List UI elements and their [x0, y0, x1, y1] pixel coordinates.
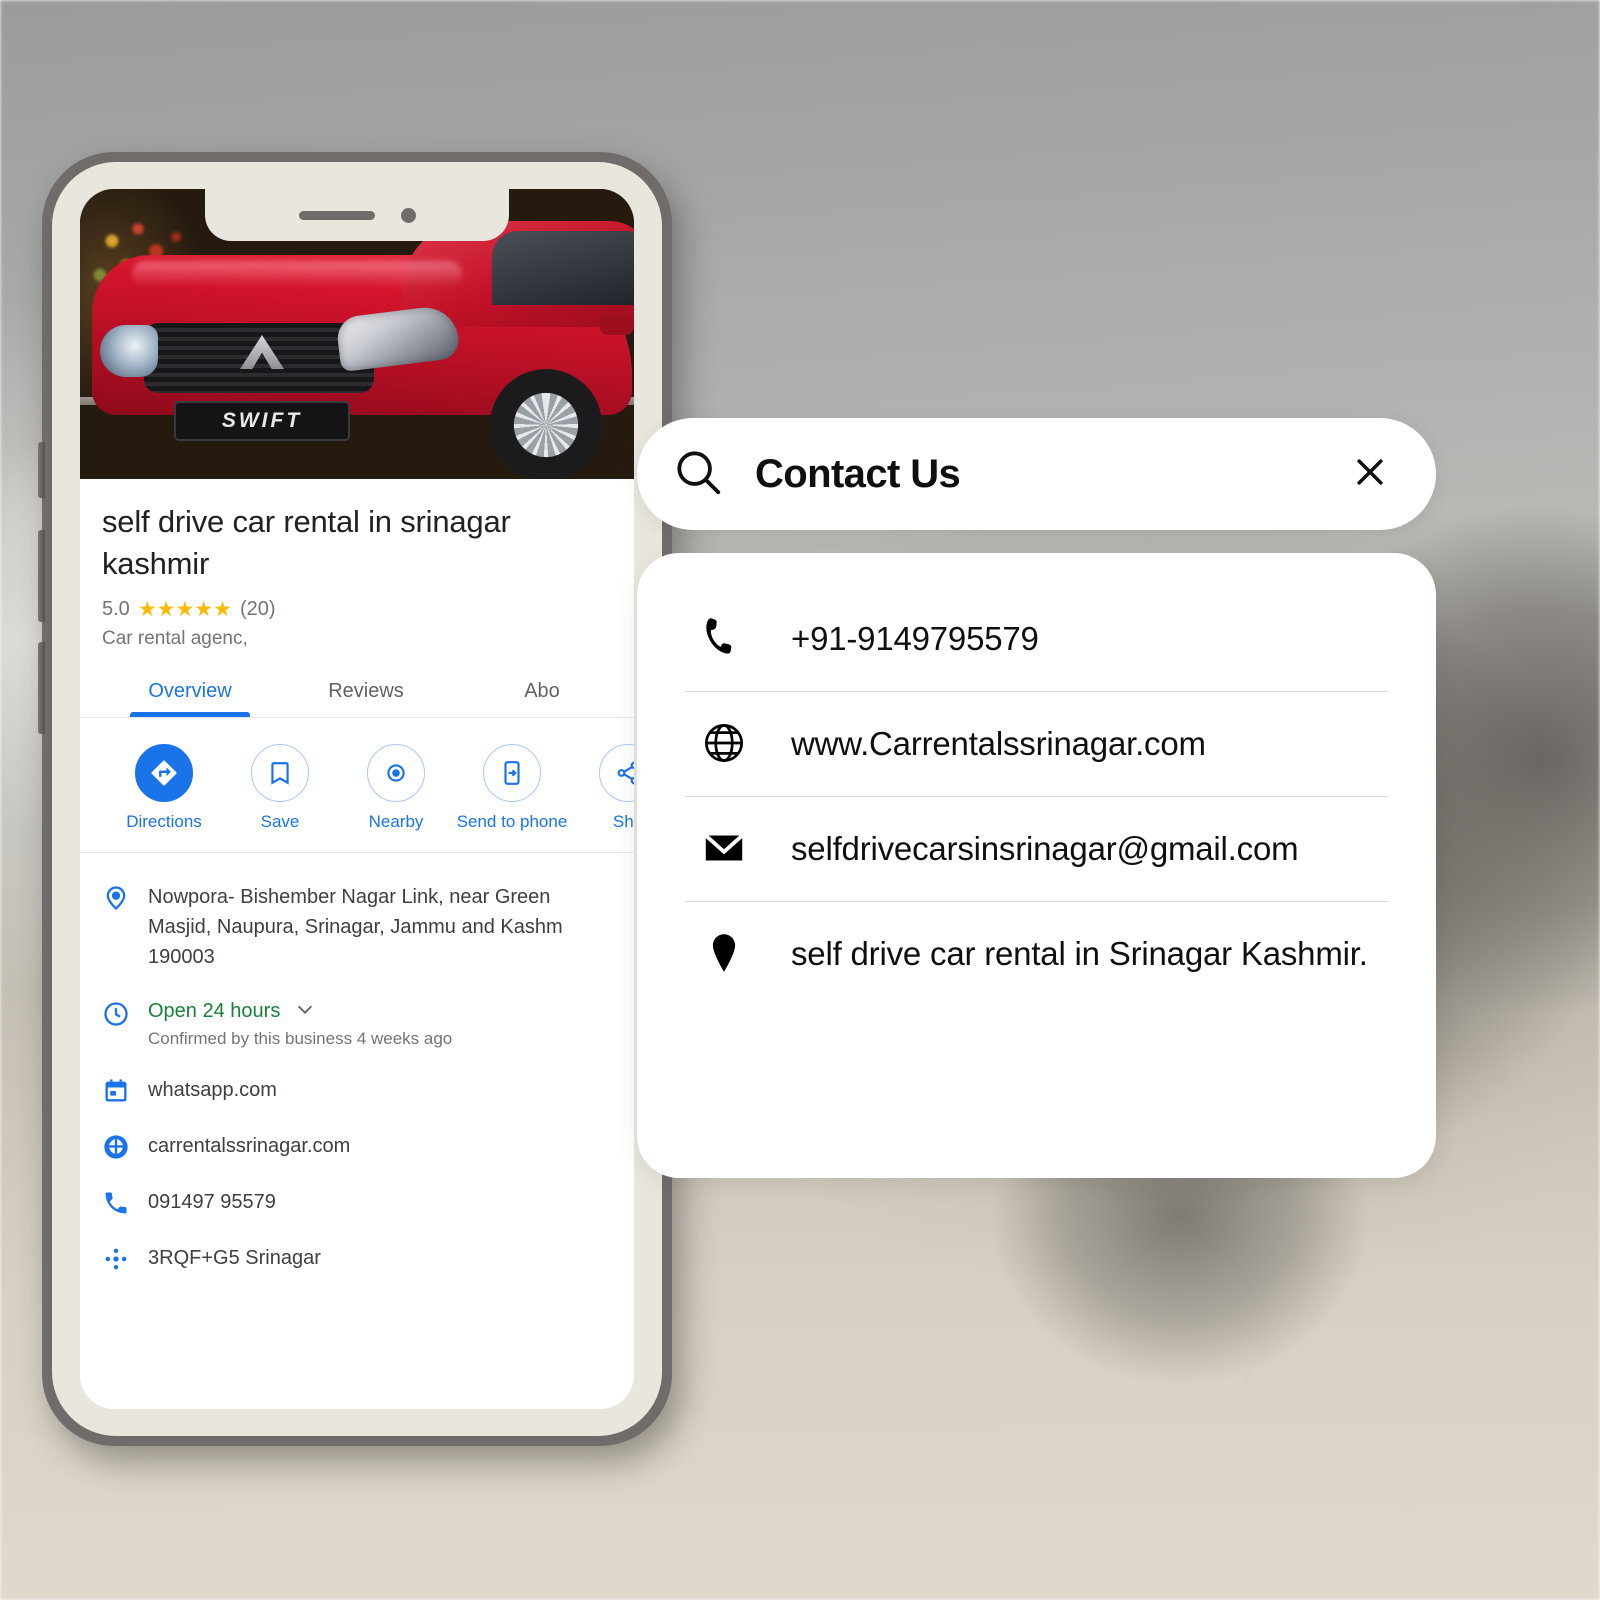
contact-address-row[interactable]: self drive car rental in Srinagar Kashmi… — [685, 902, 1388, 1006]
rating-stars-icon: ★★★★★ — [137, 597, 232, 621]
listing-details: Nowpora- Bishember Nagar Link, near Gree… — [80, 853, 634, 1286]
save-label: Save — [260, 811, 300, 831]
whatsapp-row[interactable]: whatsapp.com — [80, 1062, 634, 1118]
listing-action-buttons: Directions Save Nearby Send to phone Sh — [80, 718, 634, 853]
business-listing: self drive car rental in srinagar kashmi… — [80, 479, 634, 1286]
car-mirror — [600, 315, 634, 335]
share-button[interactable]: Sha — [570, 743, 634, 832]
contact-website-text: www.Carrentalssrinagar.com — [791, 724, 1206, 762]
contact-us-title: Contact Us — [755, 451, 961, 496]
phone-volume-down-button — [38, 642, 45, 734]
phone-row[interactable]: 091497 95579 — [80, 1174, 634, 1230]
globe-icon — [102, 1133, 130, 1161]
address-row[interactable]: Nowpora- Bishember Nagar Link, near Gree… — [80, 869, 634, 985]
contact-phone-row[interactable]: +91-9149795579 — [685, 587, 1388, 692]
send-to-phone-icon — [483, 743, 541, 802]
whatsapp-text: whatsapp.com — [148, 1078, 277, 1101]
bookmark-icon — [251, 743, 309, 802]
listing-tabs: Overview Reviews Abo — [80, 670, 634, 718]
send-to-phone-label: Send to phone — [456, 811, 568, 831]
hero-car: SWIFT — [92, 219, 634, 479]
tab-overview[interactable]: Overview — [102, 670, 278, 717]
search-icon[interactable] — [671, 445, 725, 504]
save-button[interactable]: Save — [222, 743, 338, 832]
nearby-label: Nearby — [368, 811, 424, 831]
contact-email-text: selfdrivecarsinsrinagar@gmail.com — [791, 829, 1299, 867]
car-hood-highlight — [132, 261, 462, 287]
phone-mockup: SWIFT self drive car rental in srinagar … — [38, 152, 672, 1446]
hours-confirmed: Confirmed by this business 4 weeks ago — [148, 1028, 453, 1048]
plus-code-icon — [102, 1245, 130, 1273]
contact-email-row[interactable]: selfdrivecarsinsrinagar@gmail.com — [685, 797, 1388, 902]
contact-phone-text: +91-9149795579 — [791, 620, 1039, 657]
plus-code-text: 3RQF+G5 Srinagar — [148, 1246, 321, 1269]
phone-text: 091497 95579 — [148, 1190, 276, 1213]
phone-mute-button — [38, 442, 45, 498]
rating-value: 5.0 — [102, 597, 130, 620]
close-icon[interactable] — [1350, 452, 1390, 497]
contact-details-card: +91-9149795579 www.Carrentalssrinagar.co… — [637, 553, 1436, 1178]
hours-row[interactable]: Open 24 hours Confirmed by this business… — [80, 985, 634, 1062]
address-text: Nowpora- Bishember Nagar Link, near Gree… — [148, 885, 563, 968]
nearby-button[interactable]: Nearby — [338, 743, 454, 832]
contact-us-search-bar: Contact Us — [637, 418, 1436, 530]
share-label: Sha — [612, 811, 634, 831]
directions-label: Directions — [126, 811, 202, 831]
phone-volume-up-button — [38, 530, 45, 622]
tab-about[interactable]: Abo — [454, 670, 630, 717]
contact-address-text: self drive car rental in Srinagar Kashmi… — [791, 934, 1368, 972]
business-category: Car rental agenc, — [102, 627, 248, 649]
contact-website-row[interactable]: www.Carrentalssrinagar.com — [685, 692, 1388, 797]
globe-icon — [701, 720, 747, 766]
website-row[interactable]: carrentalssrinagar.com — [80, 1118, 634, 1174]
directions-icon — [135, 743, 193, 802]
share-icon — [599, 743, 634, 802]
send-to-phone-button[interactable]: Send to phone — [454, 743, 570, 832]
review-count[interactable]: (20) — [240, 598, 276, 621]
location-pin-icon — [701, 930, 747, 976]
location-pin-icon — [102, 884, 130, 912]
car-plate: SWIFT — [174, 401, 350, 441]
tab-reviews[interactable]: Reviews — [278, 670, 454, 717]
car-headlight-left — [100, 325, 158, 377]
email-icon — [701, 825, 747, 871]
hours-status-line: Open 24 hours — [148, 998, 452, 1025]
directions-button[interactable]: Directions — [106, 743, 222, 832]
chevron-down-icon[interactable] — [294, 998, 316, 1025]
earpiece-speaker — [298, 210, 375, 220]
rating-row: 5.0 ★★★★★ (20) — [80, 585, 634, 622]
phone-screen: SWIFT self drive car rental in srinagar … — [80, 189, 634, 1409]
front-camera-icon — [400, 207, 416, 223]
plus-code-row[interactable]: 3RQF+G5 Srinagar — [80, 1230, 634, 1286]
car-plate-text: SWIFT — [221, 409, 303, 432]
nearby-icon — [367, 743, 425, 802]
phone-icon — [102, 1189, 130, 1217]
car-wheel — [490, 369, 602, 479]
car-window — [492, 231, 634, 305]
clock-icon — [102, 1000, 130, 1028]
hours-status: Open 24 hours — [148, 999, 281, 1022]
calendar-icon — [102, 1077, 130, 1105]
website-text: carrentalssrinagar.com — [148, 1134, 351, 1157]
phone-icon — [701, 615, 747, 661]
page-title: self drive car rental in srinagar kashmi… — [102, 504, 511, 581]
phone-notch — [205, 189, 509, 241]
